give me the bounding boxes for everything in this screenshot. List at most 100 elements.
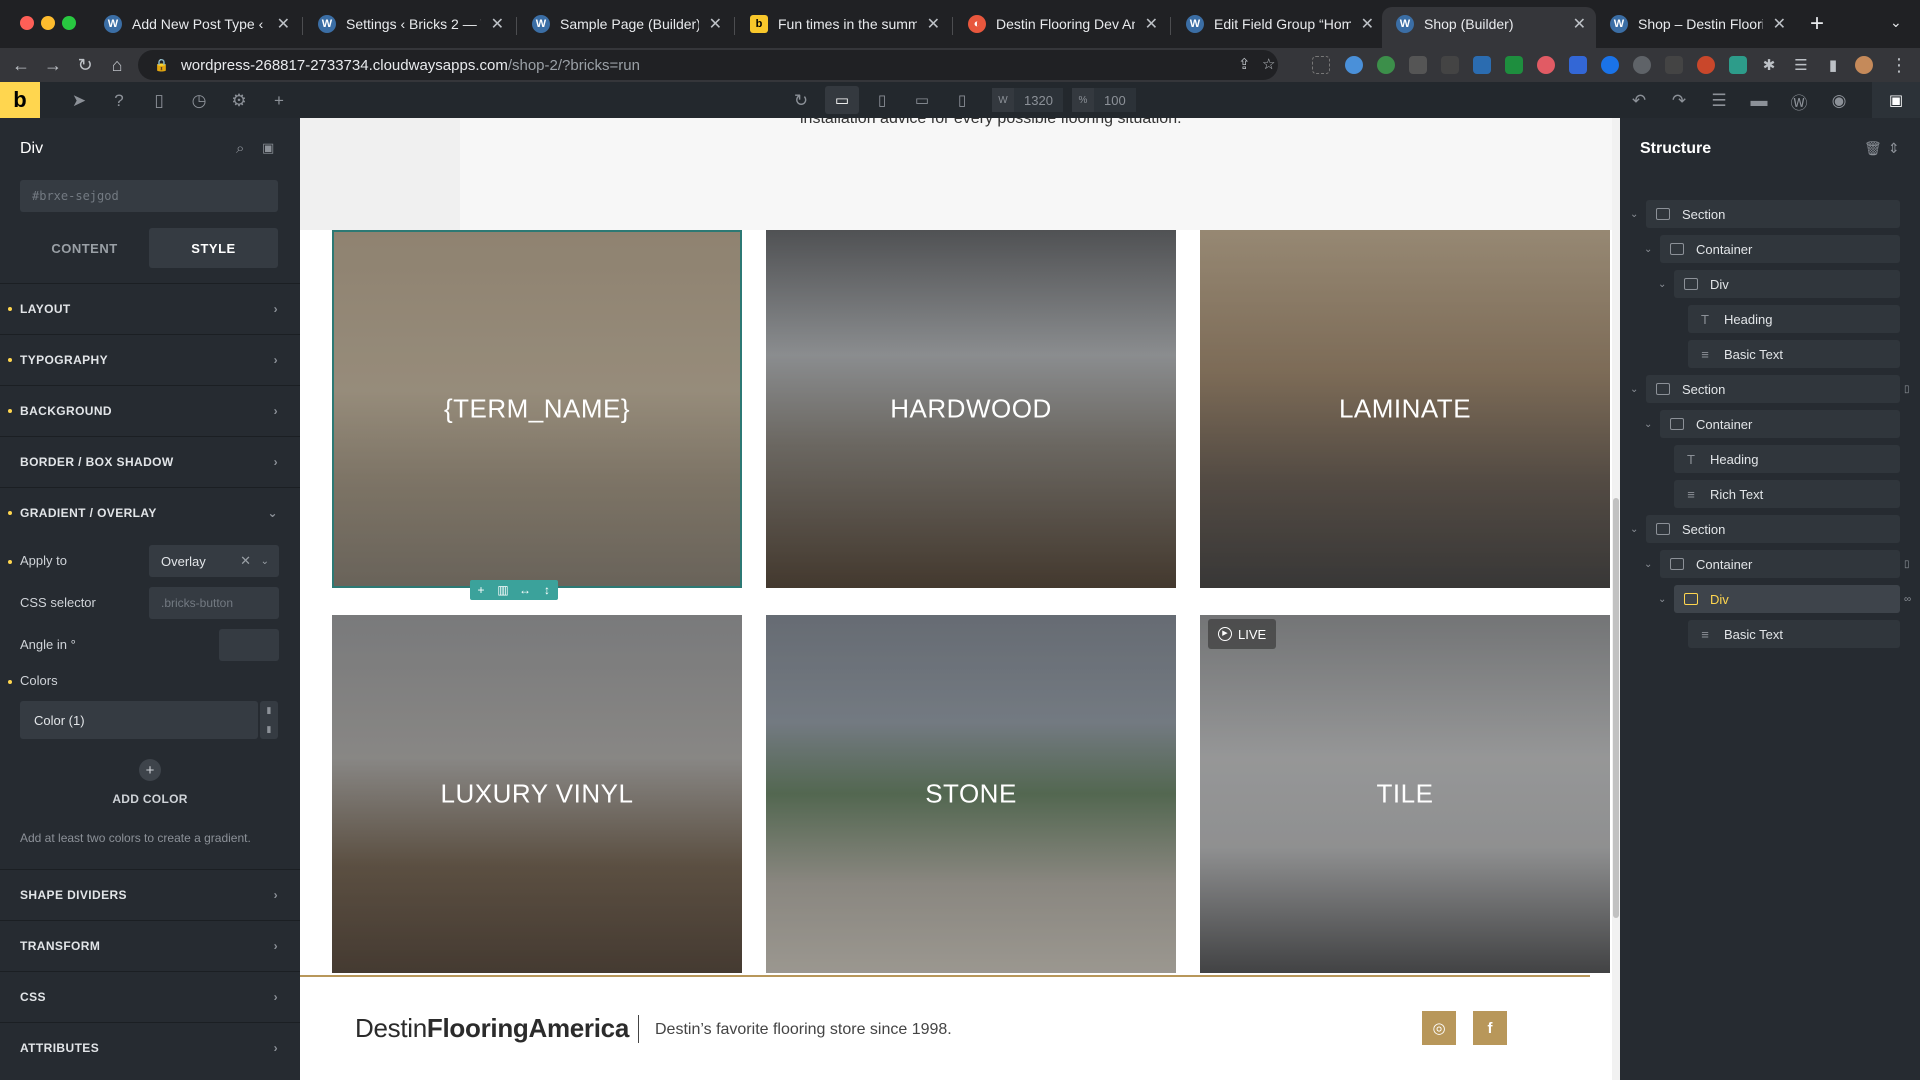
section-shape-dividers[interactable]: SHAPE DIVIDERS ›	[0, 869, 300, 920]
extension-icon[interactable]	[1409, 56, 1427, 74]
section-layout[interactable]: LAYOUT ›	[0, 283, 300, 334]
angle-input[interactable]	[219, 629, 279, 661]
extension-icon[interactable]	[1537, 56, 1555, 74]
delete-icon[interactable]: ▮	[267, 724, 272, 735]
tab-search-chevron-icon[interactable]: ⌄	[1890, 14, 1902, 31]
extension-icon[interactable]	[1569, 56, 1587, 74]
close-tab-icon[interactable]: ✕	[1773, 14, 1786, 34]
tab-style[interactable]: STYLE	[149, 228, 278, 268]
section-typography[interactable]: TYPOGRAPHY ›	[0, 334, 300, 385]
chevron-down-icon[interactable]: ⌄	[1644, 559, 1652, 570]
extension-icon[interactable]	[1665, 56, 1683, 74]
wordpress-dashboard-icon[interactable]: Ⓦ	[1788, 90, 1810, 113]
category-tile-tile[interactable]: ▶ LIVE TILE	[1200, 615, 1610, 973]
screenshot-extension-icon[interactable]	[1312, 56, 1330, 74]
back-arrow-icon[interactable]: ←	[8, 52, 34, 78]
elements-cursor-icon[interactable]: ➤	[68, 90, 90, 112]
close-window-button[interactable]	[20, 16, 34, 30]
reading-list-icon[interactable]: ☰	[1788, 52, 1814, 78]
css-id-input[interactable]: #brxe-sejgod	[20, 180, 278, 212]
tree-node-heading[interactable]: T Heading	[1688, 305, 1900, 333]
browser-tab-2[interactable]: W Settings ‹ Bricks 2 — Word ✕	[304, 7, 514, 41]
css-selector-input[interactable]: .bricks-button	[149, 587, 279, 619]
close-tab-icon[interactable]: ✕	[927, 14, 940, 34]
canvas-scrollbar[interactable]	[1612, 118, 1620, 1080]
apply-to-select[interactable]: Overlay ✕ ⌄	[149, 545, 279, 577]
chevron-down-icon[interactable]: ⌄	[1658, 279, 1666, 290]
clear-icon[interactable]: ✕	[240, 553, 251, 569]
color-item[interactable]: Color (1)	[20, 701, 258, 739]
bricks-logo[interactable]: b	[0, 82, 40, 118]
help-icon[interactable]: ?	[108, 90, 130, 112]
chevron-down-icon[interactable]: ⌄	[1644, 244, 1652, 255]
tree-node-div-selected[interactable]: Div	[1674, 585, 1900, 613]
preview-eye-icon[interactable]: ◉	[1828, 90, 1850, 112]
add-color-plus-icon[interactable]: +	[139, 759, 161, 781]
close-tab-icon[interactable]: ✕	[491, 14, 504, 34]
footer-logo[interactable]: DestinFlooringAmerica	[355, 1013, 629, 1044]
home-icon[interactable]: ⌂	[104, 52, 130, 78]
extension-icon[interactable]	[1473, 56, 1491, 74]
section-transform[interactable]: TRANSFORM ›	[0, 920, 300, 971]
browser-tab-5[interactable]: ◐ Destin Flooring Dev Annot ✕	[954, 7, 1168, 41]
browser-tab-8[interactable]: W Shop – Destin Flooring ✕	[1596, 7, 1796, 41]
structure-panel-icon[interactable]: ☰	[1708, 90, 1730, 112]
section-gradient-overlay[interactable]: GRADIENT / OVERLAY ⌄	[0, 487, 300, 538]
close-tab-icon[interactable]: ✕	[277, 14, 290, 34]
scrollbar-thumb[interactable]	[1613, 498, 1619, 918]
add-color-button[interactable]: ADD COLOR	[0, 792, 300, 806]
undo-icon[interactable]: ↶	[1628, 90, 1650, 112]
collapse-all-icon[interactable]: ⇕	[1888, 140, 1900, 157]
node-action-icon[interactable]: ▯	[1904, 384, 1910, 395]
profile-avatar[interactable]	[1855, 56, 1873, 74]
category-tile-hardwood[interactable]: HARDWOOD	[766, 230, 1176, 588]
category-tile-laminate[interactable]: LAMINATE	[1200, 230, 1610, 588]
browser-tab-6[interactable]: W Edit Field Group “Homepa ✕	[1172, 7, 1384, 41]
chevron-down-icon[interactable]: ⌄	[1630, 524, 1638, 535]
close-tab-icon[interactable]: ✕	[709, 14, 722, 34]
tablet-portrait-breakpoint-icon[interactable]: ▯	[865, 86, 899, 114]
dark-mode-extension-icon[interactable]	[1633, 56, 1651, 74]
forward-arrow-icon[interactable]: →	[40, 52, 66, 78]
canvas-width-input[interactable]: W 1320	[992, 88, 1063, 112]
redo-icon[interactable]: ↷	[1668, 90, 1690, 112]
address-bar[interactable]: 🔒 wordpress-268817-2733734.cloudwaysapps…	[138, 50, 1278, 80]
pages-icon[interactable]: ▯	[148, 90, 170, 112]
section-background[interactable]: BACKGROUND ›	[0, 385, 300, 436]
section-border-box-shadow[interactable]: BORDER / BOX SHADOW ›	[0, 436, 300, 487]
tree-node-section[interactable]: Section	[1646, 375, 1900, 403]
tree-node-container[interactable]: Container	[1660, 550, 1900, 578]
builder-canvas[interactable]: installation advice for every possible f…	[300, 118, 1620, 1080]
tree-node-section[interactable]: Section	[1646, 515, 1900, 543]
tree-node-div[interactable]: Div	[1674, 270, 1900, 298]
tree-node-container[interactable]: Container	[1660, 410, 1900, 438]
history-clock-icon[interactable]: ◷	[188, 90, 210, 112]
close-tab-icon[interactable]: ✕	[1361, 14, 1374, 34]
section-attributes[interactable]: ATTRIBUTES ›	[0, 1022, 300, 1073]
extension-icon[interactable]	[1601, 56, 1619, 74]
tree-node-basic-text[interactable]: ≡ Basic Text	[1688, 620, 1900, 648]
search-icon[interactable]: ⌕	[236, 140, 244, 157]
save-preset-icon[interactable]: ▣	[262, 140, 274, 156]
columns-icon[interactable]: ▥	[492, 583, 514, 597]
facebook-icon[interactable]: f	[1473, 1011, 1507, 1045]
reload-icon[interactable]: ↻	[72, 52, 98, 78]
settings-gear-icon[interactable]: ⚙	[228, 90, 250, 112]
chevron-down-icon[interactable]: ⌄	[1658, 594, 1666, 605]
add-icon[interactable]: +	[470, 583, 492, 597]
trash-icon[interactable]: 🗑	[1864, 140, 1882, 157]
extension-icon[interactable]	[1345, 56, 1363, 74]
browser-tab-4[interactable]: b Fun times in the summer t ✕	[736, 7, 950, 41]
share-icon[interactable]: ⇪	[1238, 55, 1251, 73]
close-tab-icon[interactable]: ✕	[1573, 14, 1586, 34]
canvas-zoom-input[interactable]: % 100	[1072, 88, 1136, 112]
extensions-puzzle-icon[interactable]: ✱	[1756, 52, 1782, 78]
link-icon[interactable]: ∞	[1904, 594, 1911, 605]
duplicate-icon[interactable]: ▮	[267, 705, 272, 716]
side-panel-icon[interactable]: ▮	[1820, 52, 1846, 78]
browser-menu-icon[interactable]: ⋮	[1886, 52, 1912, 78]
add-element-icon[interactable]: +	[268, 90, 290, 112]
extension-icon[interactable]	[1729, 56, 1747, 74]
bookmark-star-icon[interactable]: ☆	[1262, 55, 1275, 73]
tree-node-section[interactable]: Section	[1646, 200, 1900, 228]
